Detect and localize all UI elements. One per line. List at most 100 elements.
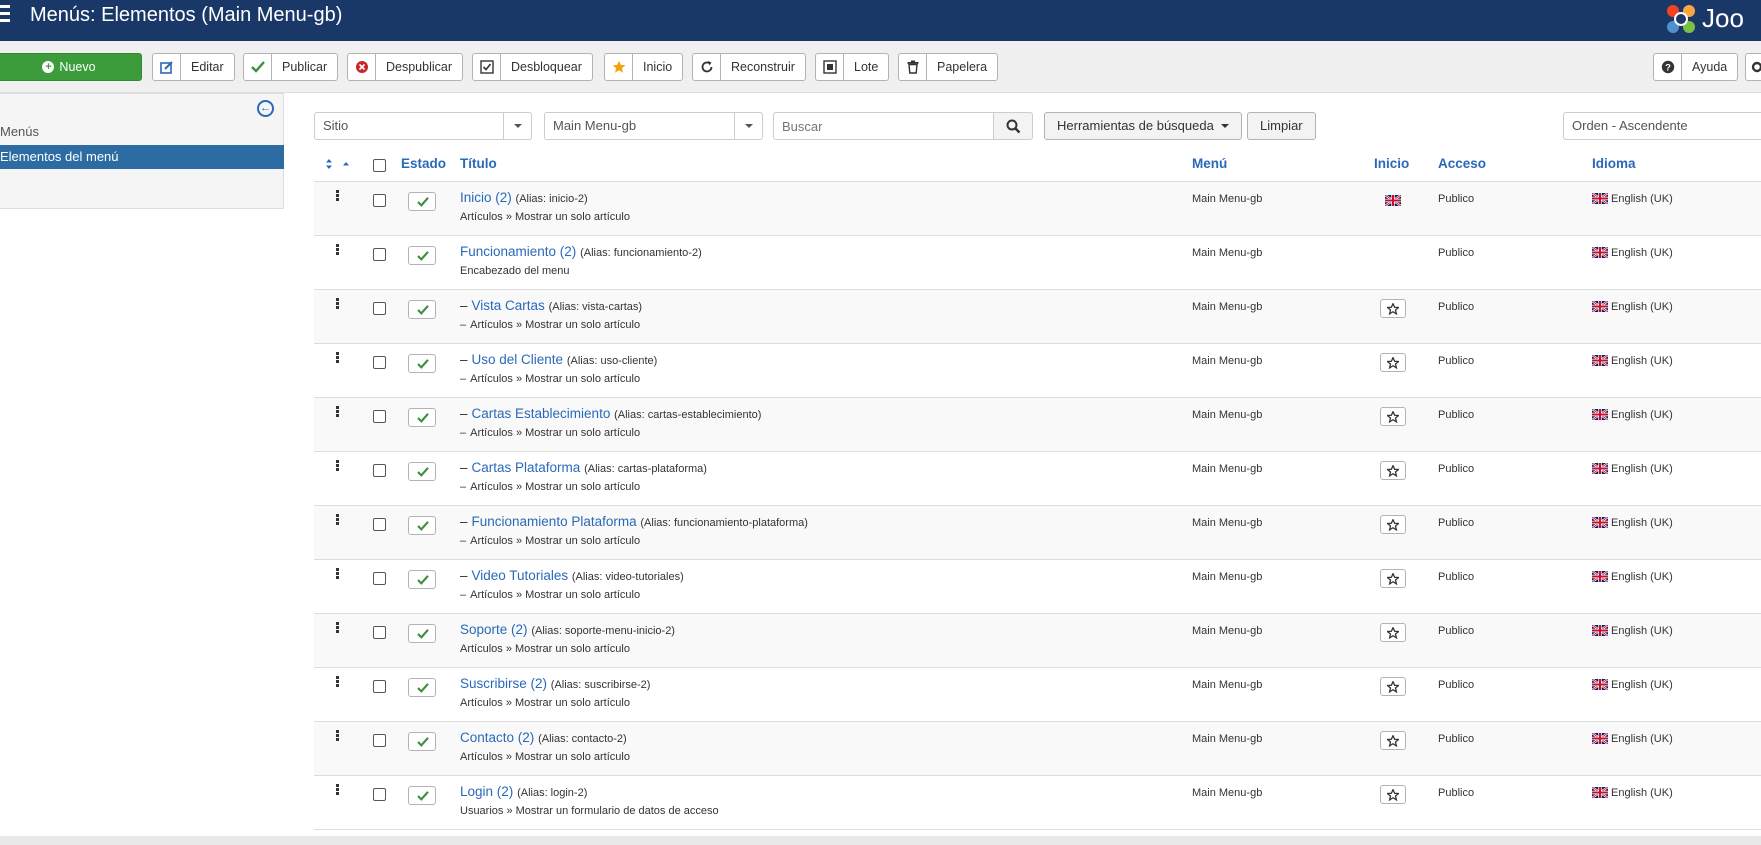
item-title-link[interactable]: Funcionamiento (2) — [460, 244, 576, 259]
header-access[interactable]: Acceso — [1438, 152, 1486, 176]
batch-button[interactable]: Lote — [815, 53, 890, 81]
drag-handle-icon[interactable] — [336, 190, 339, 202]
set-home-button[interactable] — [1380, 353, 1406, 372]
collapse-sidebar-icon[interactable]: ← — [257, 100, 274, 117]
select-all-checkbox[interactable] — [373, 159, 386, 172]
published-toggle[interactable] — [408, 570, 436, 589]
set-home-button[interactable] — [1380, 785, 1406, 804]
search-tools-button[interactable]: Herramientas de búsqueda — [1044, 112, 1243, 140]
item-title-link[interactable]: Suscribirse (2) — [460, 676, 547, 691]
ordering-select[interactable]: Orden - Ascendente — [1563, 112, 1761, 140]
drag-handle-icon[interactable] — [336, 730, 339, 742]
published-toggle[interactable] — [408, 678, 436, 697]
menu-select[interactable]: Main Menu-gb — [544, 112, 763, 140]
published-toggle[interactable] — [408, 300, 436, 319]
item-title-link[interactable]: Soporte (2) — [460, 622, 528, 637]
drag-handle-icon[interactable] — [336, 244, 339, 256]
row-checkbox[interactable] — [373, 248, 386, 261]
row-checkbox[interactable] — [373, 626, 386, 639]
clear-button[interactable]: Limpiar — [1247, 112, 1316, 140]
published-toggle[interactable] — [408, 408, 436, 427]
published-toggle[interactable] — [408, 246, 436, 265]
set-home-button[interactable] — [1380, 677, 1406, 696]
item-language: English (UK) — [1592, 625, 1673, 637]
item-alias: (Alias: video-tutoriales) — [571, 571, 684, 583]
joomla-logo[interactable]: Joo — [1662, 0, 1744, 37]
item-menu: Main Menu-gb — [1192, 463, 1263, 475]
row-checkbox[interactable] — [373, 680, 386, 693]
options-button[interactable] — [1745, 53, 1761, 81]
row-checkbox[interactable] — [373, 518, 386, 531]
header-menu[interactable]: Menú — [1192, 152, 1227, 176]
publish-button[interactable]: Publicar — [243, 53, 339, 81]
menu-toggle-icon[interactable] — [0, 5, 12, 27]
item-alias: (Alias: contacto-2) — [538, 733, 627, 745]
set-home-button[interactable] — [1380, 623, 1406, 642]
default-home-flag-icon[interactable] — [1385, 193, 1404, 207]
header-status[interactable]: Estado — [401, 152, 446, 176]
drag-handle-icon[interactable] — [336, 460, 339, 472]
header-language[interactable]: Idioma — [1592, 152, 1636, 176]
site-select[interactable]: Sitio — [314, 112, 532, 140]
unlock-button[interactable]: Desbloquear — [472, 53, 593, 81]
item-language: English (UK) — [1592, 571, 1673, 583]
drag-handle-icon[interactable] — [336, 514, 339, 526]
star-outline-icon — [1387, 789, 1399, 801]
published-toggle[interactable] — [408, 516, 436, 535]
row-checkbox[interactable] — [373, 572, 386, 585]
set-home-button[interactable] — [1380, 299, 1406, 318]
item-title-link[interactable]: Cartas Establecimiento — [472, 406, 611, 421]
published-toggle[interactable] — [408, 354, 436, 373]
published-toggle[interactable] — [408, 786, 436, 805]
row-checkbox[interactable] — [373, 734, 386, 747]
home-button[interactable]: Inicio — [604, 53, 684, 81]
new-button[interactable]: + Nuevo — [0, 53, 142, 81]
item-title-link[interactable]: Vista Cartas — [472, 298, 545, 313]
row-checkbox[interactable] — [373, 410, 386, 423]
help-button[interactable]: ? Ayuda — [1653, 53, 1739, 81]
set-home-button[interactable] — [1380, 731, 1406, 750]
item-title-link[interactable]: Funcionamiento Plataforma — [472, 514, 637, 529]
item-title-link[interactable]: Cartas Plataforma — [472, 460, 581, 475]
drag-handle-icon[interactable] — [336, 568, 339, 580]
row-checkbox[interactable] — [373, 464, 386, 477]
item-title-link[interactable]: Inicio (2) — [460, 190, 512, 205]
header-home[interactable]: Inicio — [1374, 152, 1409, 176]
drag-handle-icon[interactable] — [336, 406, 339, 418]
set-home-button[interactable] — [1380, 407, 1406, 426]
item-title-link[interactable]: Login (2) — [460, 784, 513, 799]
sidebar-item-menu-items[interactable]: Elementos del menú — [0, 145, 284, 169]
row-checkbox[interactable] — [373, 788, 386, 801]
set-home-button[interactable] — [1380, 515, 1406, 534]
set-home-button[interactable] — [1380, 461, 1406, 480]
unpublish-button[interactable]: Despublicar — [347, 53, 464, 81]
drag-handle-icon[interactable] — [336, 352, 339, 364]
edit-button[interactable]: Editar — [152, 53, 235, 81]
published-toggle[interactable] — [408, 192, 436, 211]
indent-dash: – — [460, 589, 467, 601]
published-toggle[interactable] — [408, 732, 436, 751]
rebuild-button[interactable]: Reconstruir — [692, 53, 806, 81]
table-row: – Cartas Plataforma (Alias: cartas-plataf… — [314, 452, 1761, 506]
published-toggle[interactable] — [408, 624, 436, 643]
sort-order-icon[interactable] — [326, 154, 350, 178]
item-language: English (UK) — [1592, 409, 1673, 421]
drag-handle-icon[interactable] — [336, 622, 339, 634]
trash-button[interactable]: Papelera — [898, 53, 999, 81]
header-title[interactable]: Título — [460, 152, 497, 176]
item-title-link[interactable]: Video Tutoriales — [472, 568, 569, 583]
home-label: Inicio — [643, 60, 673, 74]
item-title-link[interactable]: Contacto (2) — [460, 730, 534, 745]
drag-handle-icon[interactable] — [336, 676, 339, 688]
row-checkbox[interactable] — [373, 356, 386, 369]
search-button[interactable] — [993, 112, 1033, 140]
sidebar-item-menus[interactable]: Menús — [0, 120, 284, 144]
search-input[interactable] — [773, 112, 994, 140]
row-checkbox[interactable] — [373, 194, 386, 207]
published-toggle[interactable] — [408, 462, 436, 481]
drag-handle-icon[interactable] — [336, 298, 339, 310]
item-title-link[interactable]: Uso del Cliente — [472, 352, 564, 367]
drag-handle-icon[interactable] — [336, 784, 339, 796]
row-checkbox[interactable] — [373, 302, 386, 315]
set-home-button[interactable] — [1380, 569, 1406, 588]
